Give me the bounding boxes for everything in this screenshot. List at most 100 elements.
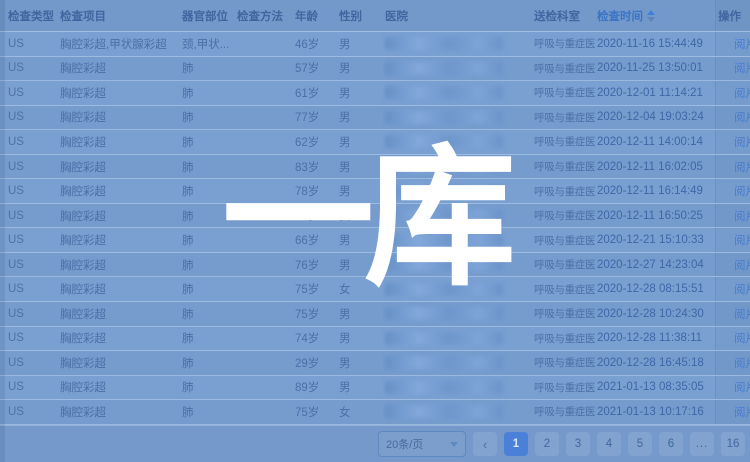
- hospital-redacted: [385, 405, 503, 418]
- cell-hospital: [383, 81, 532, 105]
- view-film-link[interactable]: 阅片: [734, 257, 750, 273]
- view-film-link[interactable]: 阅片: [734, 281, 750, 297]
- page-button-5[interactable]: 5: [628, 432, 652, 456]
- cell-exam_item: 胸腔彩超: [58, 327, 180, 351]
- cell-action: 阅片: [715, 351, 750, 375]
- cell-organ: 肺: [180, 277, 235, 301]
- cell-method: [235, 57, 293, 81]
- page-button-4[interactable]: 4: [597, 432, 621, 456]
- cell-exam_item: 胸腔彩超: [58, 376, 180, 400]
- cell-gender: 女: [337, 400, 383, 424]
- column-label: 检查时间: [597, 8, 643, 24]
- column-header-exam_type: 检查类型: [0, 0, 58, 31]
- cell-exam_type: US: [0, 351, 58, 375]
- cell-exam_time: 2020-12-11 16:14:49: [595, 179, 715, 203]
- page-size-select[interactable]: 20条/页: [378, 431, 466, 457]
- cell-exam_item: 胸腔彩超: [58, 179, 180, 203]
- cell-hospital: [383, 277, 532, 301]
- cell-dept: 呼吸与重症医...: [532, 228, 595, 252]
- cell-exam_type: US: [0, 302, 58, 326]
- cell-dept: 呼吸与重症医...: [532, 327, 595, 351]
- table-row: US胸腔彩超肺76岁女呼吸与重症医...2020-12-11 16:50:25阅…: [0, 204, 750, 229]
- view-film-link[interactable]: 阅片: [734, 159, 750, 175]
- cell-gender: 男: [337, 327, 383, 351]
- page-button-1[interactable]: 1: [504, 432, 528, 456]
- cell-dept: 呼吸与重症医...: [532, 81, 595, 105]
- hospital-redacted: [385, 332, 503, 345]
- cell-dept: 呼吸与重症医...: [532, 302, 595, 326]
- cell-age: 78岁: [293, 179, 337, 203]
- view-film-link[interactable]: 阅片: [734, 404, 750, 420]
- cell-method: [235, 376, 293, 400]
- view-film-link[interactable]: 阅片: [734, 208, 750, 224]
- cell-exam_time: 2020-12-11 14:00:14: [595, 130, 715, 154]
- cell-dept: 呼吸与重症医...: [532, 376, 595, 400]
- view-film-link[interactable]: 阅片: [734, 232, 750, 248]
- cell-exam_time: 2020-11-16 15:44:49: [595, 32, 715, 56]
- cell-exam_time: 2020-11-25 13:50:01: [595, 57, 715, 81]
- view-film-link[interactable]: 阅片: [734, 134, 750, 150]
- view-film-link[interactable]: 阅片: [734, 183, 750, 199]
- page-button-6[interactable]: 6: [659, 432, 683, 456]
- view-film-link[interactable]: 阅片: [734, 330, 750, 346]
- pagination-bar: 20条/页 ‹ 123456... 16: [0, 425, 750, 462]
- cell-age: 77岁: [293, 106, 337, 130]
- view-film-link[interactable]: 阅片: [734, 85, 750, 101]
- cell-organ: 肺: [180, 204, 235, 228]
- page-button-3[interactable]: 3: [566, 432, 590, 456]
- cell-organ: 肺: [180, 400, 235, 424]
- cell-exam_type: US: [0, 106, 58, 130]
- cell-dept: 呼吸与重症医...: [532, 204, 595, 228]
- cell-exam_type: US: [0, 204, 58, 228]
- cell-method: [235, 81, 293, 105]
- cell-method: [235, 204, 293, 228]
- page-button-2[interactable]: 2: [535, 432, 559, 456]
- cell-method: [235, 253, 293, 277]
- column-label: 年龄: [295, 8, 318, 24]
- cell-exam_type: US: [0, 376, 58, 400]
- table-row: US胸腔彩超肺29岁男呼吸与重症医...2020-12-28 16:45:18阅…: [0, 351, 750, 376]
- hospital-redacted: [385, 86, 503, 99]
- column-header-exam_time[interactable]: 检查时间: [595, 0, 715, 31]
- table-row: US胸腔彩超肺61岁男呼吸与重症医...2020-12-01 11:14:21阅…: [0, 81, 750, 106]
- hospital-redacted: [385, 135, 503, 148]
- cell-method: [235, 228, 293, 252]
- cell-method: [235, 179, 293, 203]
- cell-exam_time: 2021-01-13 08:35:05: [595, 376, 715, 400]
- cell-hospital: [383, 204, 532, 228]
- cell-exam_type: US: [0, 32, 58, 56]
- cell-hospital: [383, 376, 532, 400]
- prev-page-button[interactable]: ‹: [473, 432, 497, 456]
- cell-exam_time: 2020-12-21 15:10:33: [595, 228, 715, 252]
- cell-action: 阅片: [715, 204, 750, 228]
- view-film-link[interactable]: 阅片: [734, 109, 750, 125]
- view-film-link[interactable]: 阅片: [734, 60, 750, 76]
- cell-dept: 呼吸与重症医...: [532, 130, 595, 154]
- cell-action: 阅片: [715, 106, 750, 130]
- table-row: US胸腔彩超肺89岁男呼吸与重症医...2021-01-13 08:35:05阅…: [0, 376, 750, 401]
- cell-method: [235, 327, 293, 351]
- cell-method: [235, 302, 293, 326]
- view-film-link[interactable]: 阅片: [734, 306, 750, 322]
- cell-organ: 肺: [180, 179, 235, 203]
- view-film-link[interactable]: 阅片: [734, 379, 750, 395]
- view-film-link[interactable]: 阅片: [734, 36, 750, 52]
- cell-dept: 呼吸与重症医...: [532, 400, 595, 424]
- cell-hospital: [383, 130, 532, 154]
- cell-exam_item: 胸腔彩超,甲状腺彩超: [58, 32, 180, 56]
- sort-carets-icon[interactable]: [647, 10, 655, 22]
- cell-gender: 女: [337, 204, 383, 228]
- cell-action: 阅片: [715, 253, 750, 277]
- table-row: US胸腔彩超肺76岁男呼吸与重症医...2020-12-27 14:23:04阅…: [0, 253, 750, 278]
- cell-exam_item: 胸腔彩超: [58, 277, 180, 301]
- cell-method: [235, 277, 293, 301]
- view-film-link[interactable]: 阅片: [734, 355, 750, 371]
- table-row: US胸腔彩超肺83岁男呼吸与重症医...2020-12-11 16:02:05阅…: [0, 155, 750, 180]
- column-header-dept: 送检科室: [532, 0, 595, 31]
- page-ellipsis[interactable]: ...: [690, 432, 714, 456]
- cell-method: [235, 400, 293, 424]
- column-header-organ: 器官部位: [180, 0, 235, 31]
- page-button-16[interactable]: 16: [721, 432, 745, 456]
- column-label: 检查项目: [60, 8, 106, 24]
- cell-dept: 呼吸与重症医...: [532, 351, 595, 375]
